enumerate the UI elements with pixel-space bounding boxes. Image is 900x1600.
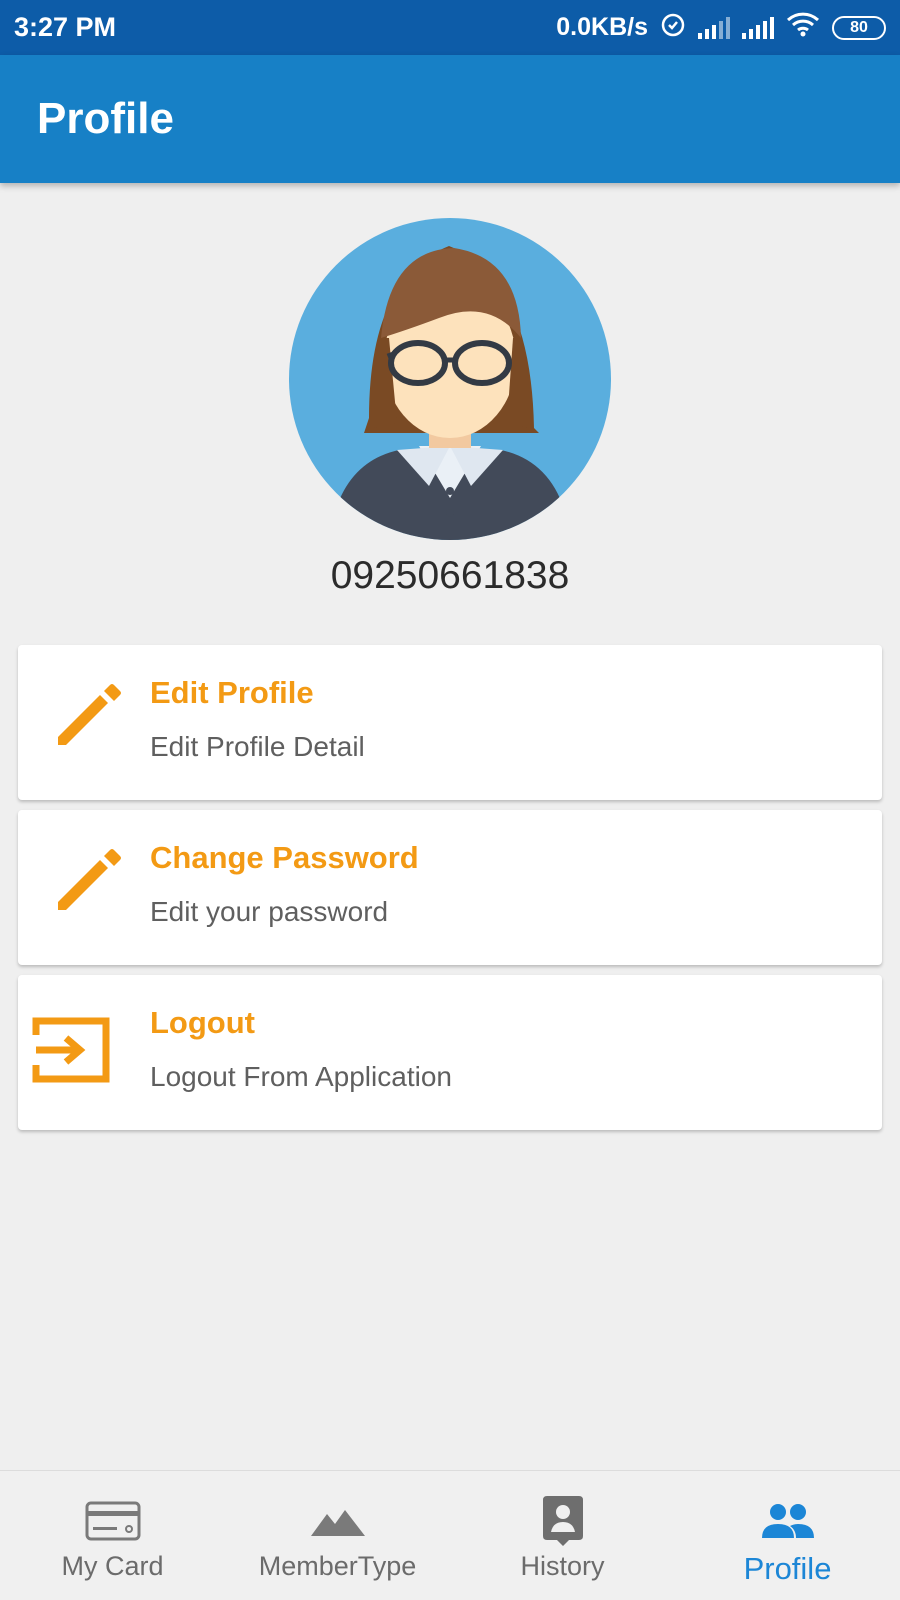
change-password-title: Change Password — [150, 840, 419, 875]
people-icon — [758, 1495, 818, 1547]
card-icon — [83, 1495, 143, 1547]
contact-badge-icon — [533, 1495, 593, 1547]
nav-label-my-card: My Card — [61, 1551, 164, 1581]
status-bar: 3:27 PM 0.0KB/s 80 — [0, 0, 900, 55]
profile-phone-number: 09250661838 — [330, 554, 570, 597]
change-password-subtitle: Edit your password — [150, 896, 389, 927]
nav-label-profile: Profile — [743, 1551, 832, 1586]
pencil-icon — [48, 848, 128, 928]
edit-profile-title: Edit Profile — [150, 675, 314, 710]
signal-icon-2 — [742, 16, 774, 39]
edit-profile-card[interactable]: Edit Profile Edit Profile Detail — [18, 645, 882, 800]
nav-item-history[interactable]: History — [450, 1471, 675, 1600]
app-bar: Profile — [0, 55, 900, 183]
avatar-illustration-icon — [289, 218, 611, 540]
page-title: Profile — [37, 94, 174, 143]
mountain-icon — [308, 1495, 368, 1547]
edit-profile-subtitle: Edit Profile Detail — [150, 731, 365, 762]
battery-icon: 80 — [832, 15, 886, 40]
avatar[interactable] — [289, 218, 611, 540]
logout-title: Logout — [150, 1005, 256, 1040]
pencil-icon — [48, 683, 128, 763]
alarm-icon — [660, 11, 686, 44]
nav-label-membertype: MemberType — [258, 1551, 417, 1581]
signal-icon-1 — [698, 16, 730, 39]
logout-card[interactable]: Logout Logout From Application — [18, 975, 882, 1130]
nav-item-profile[interactable]: Profile — [675, 1471, 900, 1600]
status-indicators: 0.0KB/s 80 — [556, 11, 886, 44]
nav-item-my-card[interactable]: My Card — [0, 1471, 225, 1600]
bottom-navigation: My Card MemberType History Profile — [0, 1470, 900, 1600]
nav-item-membertype[interactable]: MemberType — [225, 1471, 450, 1600]
network-speed: 0.0KB/s — [556, 13, 648, 41]
change-password-card[interactable]: Change Password Edit your password — [18, 810, 882, 965]
logout-subtitle: Logout From Application — [150, 1061, 452, 1092]
nav-label-history: History — [520, 1551, 605, 1581]
wifi-icon — [786, 11, 820, 44]
logout-icon — [32, 1015, 112, 1095]
status-time: 3:27 PM — [14, 12, 117, 42]
